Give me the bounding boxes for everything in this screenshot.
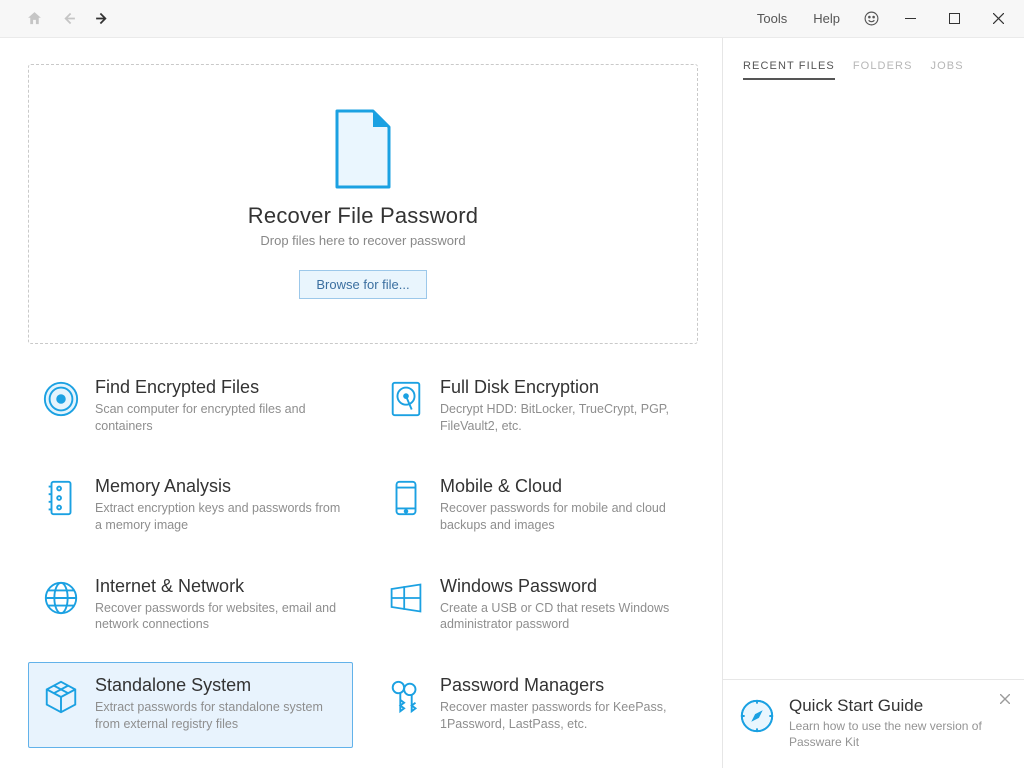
home-icon — [26, 10, 43, 27]
tiles-grid: Find Encrypted Files Scan computer for en… — [28, 364, 698, 748]
side-tabs: RECENT FILES FOLDERS JOBS — [723, 38, 1024, 80]
tile-password-managers[interactable]: Password Managers Recover master password… — [373, 662, 698, 747]
tile-title: Password Managers — [440, 675, 687, 696]
smile-icon — [863, 10, 880, 27]
guide-close-button[interactable] — [996, 690, 1014, 708]
body: Recover File Password Drop files here to… — [0, 38, 1024, 768]
side-panel: RECENT FILES FOLDERS JOBS Quick Start Gu… — [722, 38, 1024, 768]
feedback-button[interactable] — [854, 3, 888, 35]
quick-start-guide[interactable]: Quick Start Guide Learn how to use the n… — [723, 679, 1024, 768]
tile-mobile-cloud[interactable]: Mobile & Cloud Recover passwords for mobi… — [373, 463, 698, 548]
memory-icon — [42, 479, 80, 517]
tile-desc: Extract encryption keys and passwords fr… — [95, 500, 342, 534]
tile-title: Windows Password — [440, 576, 687, 597]
hdd-icon — [387, 380, 425, 418]
nav-group — [4, 3, 118, 35]
browse-file-button[interactable]: Browse for file... — [299, 270, 426, 299]
dropzone-subtitle: Drop files here to recover password — [260, 233, 465, 248]
tile-windows-password[interactable]: Windows Password Create a USB or CD that … — [373, 563, 698, 648]
close-button[interactable] — [976, 3, 1020, 35]
tile-desc: Create a USB or CD that resets Windows a… — [440, 600, 687, 634]
home-button[interactable] — [18, 3, 50, 35]
tile-title: Internet & Network — [95, 576, 342, 597]
close-icon — [993, 13, 1004, 24]
dropzone-title: Recover File Password — [248, 203, 478, 229]
tile-title: Full Disk Encryption — [440, 377, 687, 398]
arrow-left-icon — [60, 10, 77, 27]
tile-full-disk-encryption[interactable]: Full Disk Encryption Decrypt HDD: BitLock… — [373, 364, 698, 449]
compass-icon — [738, 697, 776, 735]
guide-title: Quick Start Guide — [789, 696, 1010, 716]
titlebar: Tools Help — [0, 0, 1024, 38]
disc-icon — [42, 380, 80, 418]
maximize-icon — [949, 13, 960, 24]
tab-jobs[interactable]: JOBS — [931, 60, 964, 80]
close-icon — [1000, 694, 1010, 704]
dropzone[interactable]: Recover File Password Drop files here to… — [28, 64, 698, 344]
tile-title: Mobile & Cloud — [440, 476, 687, 497]
cube-icon — [42, 678, 80, 716]
tile-desc: Recover passwords for websites, email an… — [95, 600, 342, 634]
file-icon — [333, 109, 393, 189]
tile-title: Find Encrypted Files — [95, 377, 342, 398]
tile-desc: Scan computer for encrypted files and co… — [95, 401, 342, 435]
tile-desc: Extract passwords for standalone system … — [95, 699, 342, 733]
menu-tools[interactable]: Tools — [745, 5, 799, 32]
tile-desc: Decrypt HDD: BitLocker, TrueCrypt, PGP, … — [440, 401, 687, 435]
keys-icon — [387, 678, 425, 716]
tile-desc: Recover master passwords for KeePass, 1P… — [440, 699, 687, 733]
minimize-button[interactable] — [888, 3, 932, 35]
tile-title: Memory Analysis — [95, 476, 342, 497]
forward-button[interactable] — [86, 3, 118, 35]
main-column: Recover File Password Drop files here to… — [0, 38, 722, 768]
tile-internet-network[interactable]: Internet & Network Recover passwords for … — [28, 563, 353, 648]
guide-desc: Learn how to use the new version of Pass… — [789, 718, 1010, 750]
tile-standalone-system[interactable]: Standalone System Extract passwords for s… — [28, 662, 353, 747]
tile-title: Standalone System — [95, 675, 342, 696]
tile-memory-analysis[interactable]: Memory Analysis Extract encryption keys a… — [28, 463, 353, 548]
maximize-button[interactable] — [932, 3, 976, 35]
arrow-right-icon — [94, 10, 111, 27]
window-controls — [888, 3, 1020, 35]
globe-icon — [42, 579, 80, 617]
back-button[interactable] — [52, 3, 84, 35]
side-body — [723, 80, 1024, 679]
tab-recent-files[interactable]: RECENT FILES — [743, 60, 835, 80]
menu-group: Tools Help — [745, 3, 888, 35]
mobile-icon — [387, 479, 425, 517]
minimize-icon — [905, 13, 916, 24]
tab-folders[interactable]: FOLDERS — [853, 60, 913, 80]
menu-help[interactable]: Help — [801, 5, 852, 32]
tile-find-encrypted-files[interactable]: Find Encrypted Files Scan computer for en… — [28, 364, 353, 449]
tile-desc: Recover passwords for mobile and cloud b… — [440, 500, 687, 534]
windows-icon — [388, 580, 424, 616]
